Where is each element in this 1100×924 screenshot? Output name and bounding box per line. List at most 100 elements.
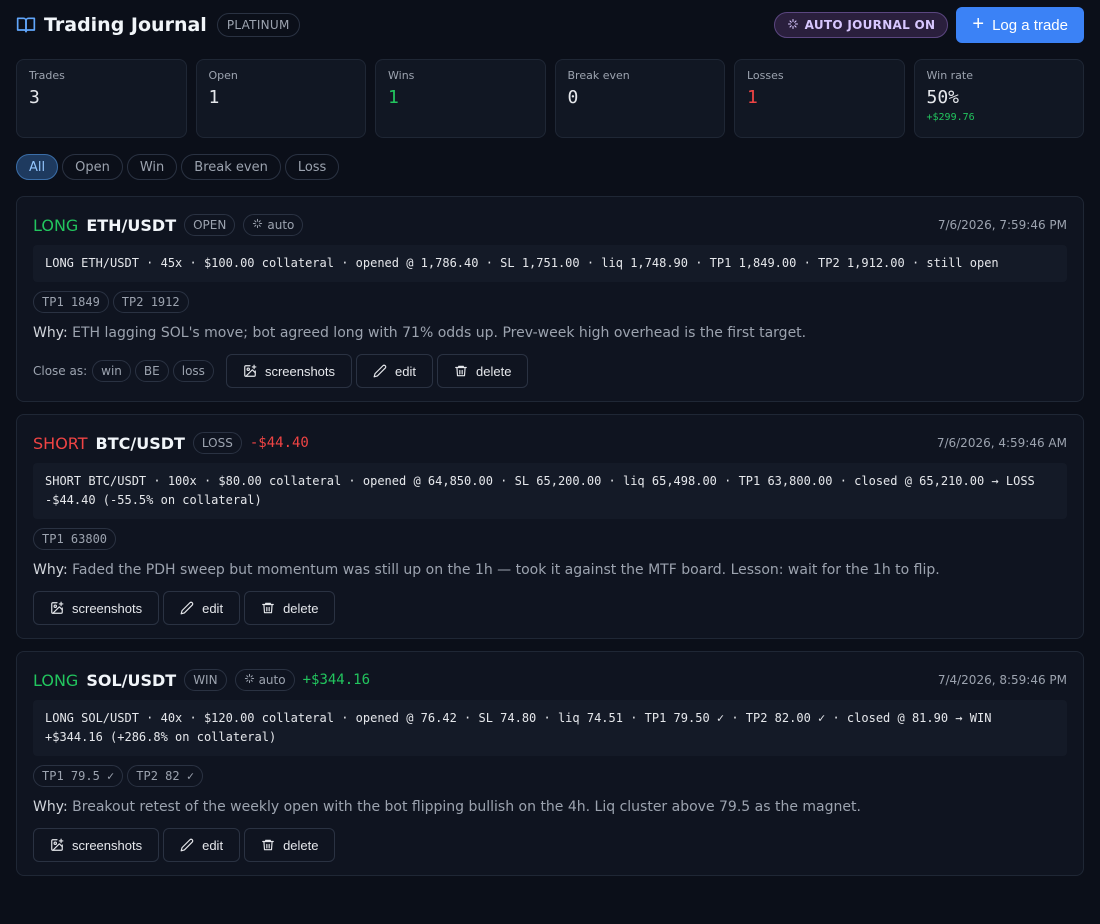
delete-button[interactable]: delete [437, 354, 529, 388]
trade-pnl: +$344.16 [302, 672, 371, 688]
trade-card: LONG SOL/USDT WIN auto +$344.16 7/4/2026… [16, 651, 1084, 876]
trade-timestamp: 7/6/2026, 7:59:46 PM [937, 218, 1067, 232]
filter-loss[interactable]: Loss [284, 154, 340, 180]
delete-label: delete [283, 837, 319, 853]
trade-actions: Close as: win BE loss screenshots edit d… [33, 354, 1067, 388]
screenshots-button[interactable]: screenshots [33, 828, 160, 862]
tp-badge: TP1 79.5 ✓ [33, 765, 124, 787]
close-as-win-button[interactable]: win [92, 360, 131, 382]
close-as-be-button[interactable]: BE [134, 360, 169, 382]
trade-rationale: Why: ETH lagging SOL's move; bot agreed … [33, 325, 1067, 341]
trash-icon [261, 601, 275, 615]
stat-value: 50% [926, 87, 960, 108]
sparkles-icon [787, 18, 799, 33]
summary-line: LONG ETH/USDT · 45x · $100.00 collateral… [45, 256, 999, 270]
log-trade-label: Log a trade [992, 16, 1068, 34]
screenshots-label: screenshots [72, 837, 143, 853]
stat-break-even: Break even 0 [554, 59, 725, 138]
log-trade-button[interactable]: + Log a trade [956, 7, 1084, 43]
image-plus-icon [50, 838, 64, 852]
trash-icon [454, 364, 468, 378]
why-label: Why: [33, 562, 68, 578]
page-title: Trading Journal [44, 14, 207, 36]
tp-badge: TP1 63800 [33, 528, 117, 550]
filter-open[interactable]: Open [62, 154, 123, 180]
trade-pnl: -$44.40 [249, 435, 309, 451]
trash-icon [261, 838, 275, 852]
close-as-label: Close as: [33, 364, 88, 378]
edit-label: edit [202, 600, 224, 616]
why-text: ETH lagging SOL's move; bot agreed long … [72, 325, 807, 341]
delete-button[interactable]: delete [244, 591, 336, 625]
auto-journal-toggle[interactable]: AUTO JOURNAL ON [773, 12, 949, 38]
trade-pair: BTC/USDT [95, 433, 185, 453]
stat-label: Losses [747, 69, 784, 82]
stat-trades: Trades 3 [16, 59, 187, 138]
stat-value: 3 [29, 87, 40, 108]
brand: Trading Journal PLATINUM [16, 13, 300, 37]
image-plus-icon [50, 601, 64, 615]
auto-label: auto [267, 218, 295, 232]
stat-open: Open 1 [195, 59, 366, 138]
edit-label: edit [395, 363, 416, 379]
trade-actions: screenshots edit delete [33, 828, 1067, 862]
summary-line: SHORT BTC/USDT · 100x · $80.00 collatera… [45, 474, 1035, 488]
tp-badge: TP2 82 ✓ [127, 765, 204, 787]
delete-button[interactable]: delete [244, 828, 336, 862]
trade-summary: LONG ETH/USDT · 45x · $100.00 collateral… [33, 245, 1067, 282]
summary-line: +$344.16 (+286.8% on collateral) [45, 730, 277, 744]
trade-rationale: Why: Breakout retest of the weekly open … [33, 799, 1067, 815]
trade-pair: SOL/USDT [86, 670, 177, 690]
edit-button[interactable]: edit [163, 828, 241, 862]
auto-journal-label: AUTO JOURNAL ON [804, 18, 936, 32]
screenshots-button[interactable]: screenshots [225, 354, 353, 388]
screenshots-label: screenshots [72, 600, 143, 616]
delete-label: delete [283, 600, 319, 616]
filter-all[interactable]: All [16, 154, 59, 180]
stat-label: Wins [388, 69, 415, 82]
edit-label: edit [202, 837, 224, 853]
screenshots-label: screenshots [264, 363, 336, 379]
summary-line: -$44.40 (-55.5% on collateral) [45, 493, 262, 507]
screenshots-button[interactable]: screenshots [33, 591, 160, 625]
stat-net-pnl: +$299.76 [926, 112, 975, 123]
edit-button[interactable]: edit [356, 354, 433, 388]
stat-label: Break even [567, 69, 630, 82]
summary-line: LONG SOL/USDT · 40x · $120.00 collateral… [45, 711, 992, 725]
stat-losses: Losses 1 [734, 59, 905, 138]
trade-actions: screenshots edit delete [33, 591, 1067, 625]
trade-side: SHORT [33, 433, 88, 453]
edit-button[interactable]: edit [163, 591, 241, 625]
stat-value: 1 [388, 87, 399, 108]
stat-value: 0 [567, 87, 579, 108]
pencil-icon [373, 364, 387, 378]
trade-timestamp: 7/6/2026, 4:59:46 AM [936, 436, 1067, 450]
trade-rationale: Why: Faded the PDH sweep but momentum wa… [33, 562, 1067, 578]
close-as-group: Close as: win BE loss [33, 360, 214, 382]
tp-list: TP1 63800 [33, 528, 1067, 550]
sparkles-icon [252, 218, 263, 232]
plus-icon: + [972, 13, 985, 35]
stat-label: Trades [29, 69, 65, 82]
auto-badge: auto [234, 669, 295, 691]
tp-badge: TP2 1912 [112, 291, 189, 313]
stat-value: 1 [208, 87, 220, 108]
trade-timestamp: 7/4/2026, 8:59:46 PM [937, 673, 1067, 687]
filter-chips: All Open Win Break even Loss [16, 154, 340, 180]
close-as-loss-button[interactable]: loss [172, 360, 214, 382]
stat-label: Win rate [926, 69, 974, 82]
app-header: Trading Journal PLATINUM AUTO JOURNAL ON… [16, 7, 1084, 43]
trade-summary: LONG SOL/USDT · 40x · $120.00 collateral… [33, 700, 1067, 756]
plan-badge: PLATINUM [216, 13, 300, 37]
sparkles-icon [244, 673, 255, 687]
filter-break-even[interactable]: Break even [181, 154, 281, 180]
trade-pair: ETH/USDT [86, 215, 177, 235]
trade-summary: SHORT BTC/USDT · 100x · $80.00 collatera… [33, 463, 1067, 519]
book-open-icon [16, 15, 36, 35]
filter-win[interactable]: Win [126, 154, 178, 180]
why-text: Breakout retest of the weekly open with … [72, 799, 861, 815]
stat-win-rate: Win rate 50% +$299.76 [913, 59, 1084, 138]
auto-label: auto [258, 673, 286, 687]
pencil-icon [180, 601, 194, 615]
image-plus-icon [243, 364, 257, 378]
